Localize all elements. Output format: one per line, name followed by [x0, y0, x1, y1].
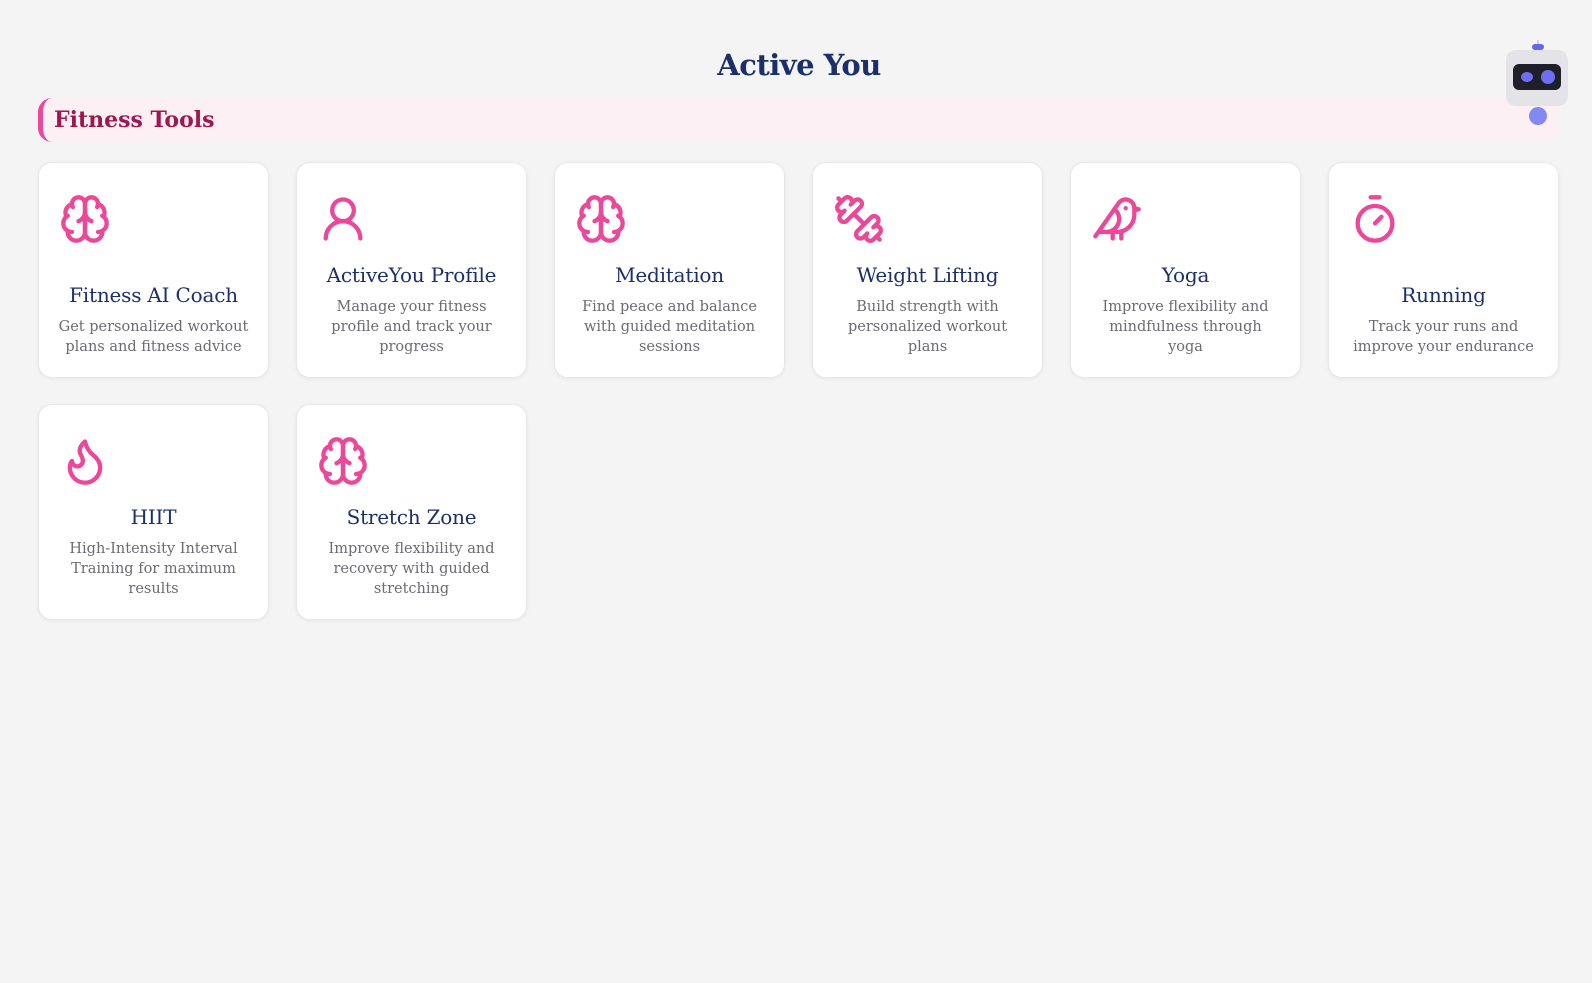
card-title: Fitness AI Coach — [69, 283, 238, 307]
card-description: Build strength with personalized workout… — [847, 299, 1008, 355]
tool-card-weight-lifting[interactable]: Weight Lifting Build strength with perso… — [812, 162, 1043, 378]
section-header: Fitness Tools — [38, 98, 1558, 142]
user-icon — [317, 193, 369, 245]
card-description: Improve flexibility and recovery with gu… — [328, 541, 495, 597]
card-description: Get personalized workout plans and fitne… — [58, 319, 249, 355]
brain-icon — [59, 193, 111, 245]
card-title: Running — [1401, 283, 1486, 307]
tool-card-running[interactable]: Running Track your runs and improve your… — [1328, 162, 1559, 378]
tool-card-grid: Fitness AI Coach Get personalized workou… — [38, 162, 1559, 620]
tool-card-stretch-zone[interactable]: Stretch Zone Improve flexibility and rec… — [296, 404, 527, 620]
assistant-robot-button[interactable] — [1506, 40, 1568, 132]
card-title: Stretch Zone — [346, 505, 477, 529]
brain-icon — [317, 435, 369, 487]
robot-eye-left — [1521, 72, 1533, 82]
app-root: Active You Fitness Tools Fitness AI Coac… — [0, 0, 1592, 983]
bird-icon — [1091, 193, 1143, 245]
brain-icon — [575, 193, 627, 245]
section-title: Fitness Tools — [54, 107, 215, 133]
flame-icon — [59, 435, 111, 487]
robot-status-dot — [1529, 107, 1547, 125]
card-title: Yoga — [1161, 263, 1210, 287]
card-description: High-Intensity Interval Training for max… — [69, 541, 238, 597]
dumbbell-icon — [833, 193, 885, 245]
card-title: HIIT — [130, 505, 177, 529]
card-title: Meditation — [615, 263, 724, 287]
card-description: Track your runs and improve your enduran… — [1353, 319, 1534, 355]
card-title: Weight Lifting — [856, 263, 999, 287]
tool-card-hiit[interactable]: HIIT High-Intensity Interval Training fo… — [38, 404, 269, 620]
robot-visor — [1513, 64, 1561, 90]
card-title: ActiveYou Profile — [326, 263, 497, 287]
robot-eye-right — [1541, 70, 1555, 84]
tool-card-fitness-ai-coach[interactable]: Fitness AI Coach Get personalized workou… — [38, 162, 269, 378]
tool-card-meditation[interactable]: Meditation Find peace and balance with g… — [554, 162, 785, 378]
app-title: Active You — [717, 48, 881, 82]
card-description: Improve flexibility and mindfulness thro… — [1102, 299, 1269, 355]
tool-card-yoga[interactable]: Yoga Improve flexibility and mindfulness… — [1070, 162, 1301, 378]
tool-card-activeyou-profile[interactable]: ActiveYou Profile Manage your fitness pr… — [296, 162, 527, 378]
card-description: Find peace and balance with guided medit… — [582, 299, 757, 355]
timer-icon — [1349, 193, 1401, 245]
card-description: Manage your fitness profile and track yo… — [331, 299, 492, 355]
